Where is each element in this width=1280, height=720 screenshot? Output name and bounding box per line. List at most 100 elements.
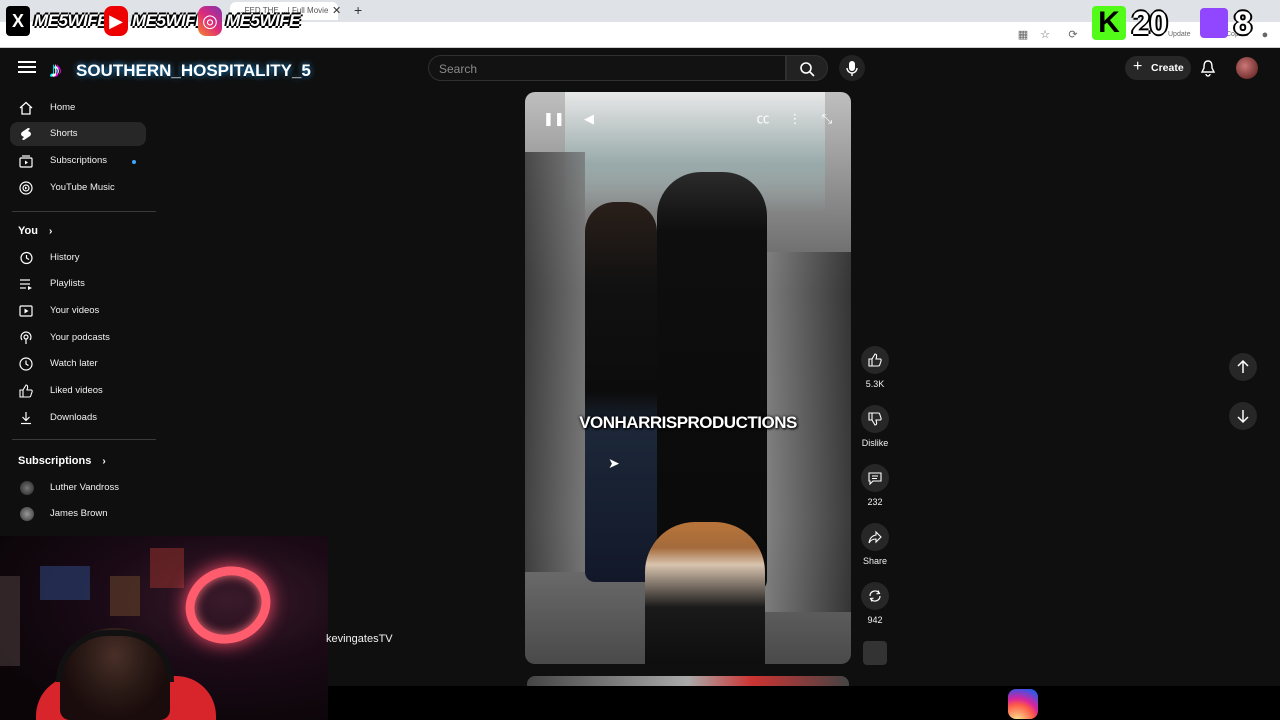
- twitch-viewer-count: 8: [1234, 4, 1252, 41]
- youtube-icon: ▶: [104, 6, 128, 36]
- video-figure: [585, 202, 657, 582]
- sidebar-item-label: Luther Vandross: [50, 482, 120, 493]
- notifications-bell-icon[interactable]: [1200, 59, 1216, 77]
- channel-name[interactable]: kevingatesTV: [326, 633, 393, 645]
- search-button[interactable]: [786, 55, 828, 81]
- mouse-cursor-icon: ➤: [608, 455, 620, 471]
- chevron-right-icon: ›: [102, 456, 106, 467]
- tiktok-icon: ♪: [50, 57, 61, 82]
- sidebar-item-label: YouTube Music: [50, 182, 115, 193]
- like-button[interactable]: 5.3K: [861, 346, 889, 389]
- sidebar-subscription-james-brown[interactable]: James Brown: [10, 502, 146, 526]
- plus-icon: +: [1133, 58, 1143, 75]
- sidebar-item-your-videos[interactable]: Your videos: [10, 299, 146, 323]
- video-watermark: VONHARRISPRODUCTIONS: [579, 413, 797, 432]
- sidebar-divider: [12, 211, 156, 212]
- sidebar-item-playlists[interactable]: Playlists: [10, 272, 146, 296]
- you-section-title[interactable]: You ›: [18, 225, 52, 237]
- remix-count: 942: [867, 615, 883, 625]
- liked-videos-icon: [19, 384, 33, 398]
- close-tab-icon[interactable]: ✕: [332, 4, 341, 17]
- sidebar-item-home[interactable]: Home: [10, 96, 146, 120]
- share-button[interactable]: Share: [861, 523, 889, 566]
- fullscreen-icon[interactable]: ⤡: [819, 111, 835, 127]
- microphone-icon: [846, 61, 858, 76]
- search-placeholder: Search: [439, 62, 478, 76]
- podcasts-icon: [20, 331, 32, 344]
- instagram-icon: ◎: [198, 6, 222, 36]
- dislike-label: Dislike: [861, 438, 889, 448]
- sidebar-item-downloads[interactable]: Downloads: [10, 406, 146, 430]
- x-handle: ME5WIFE: [34, 11, 108, 30]
- account-avatar[interactable]: [1236, 57, 1258, 79]
- sidebar-divider: [12, 439, 156, 440]
- search-icon: [800, 62, 815, 77]
- playlists-icon: [20, 279, 32, 290]
- sidebar-item-label: Downloads: [50, 412, 97, 423]
- youtube-music-icon: [19, 181, 33, 195]
- comment-count: 232: [867, 497, 883, 507]
- sidebar-item-label: Your podcasts: [50, 332, 110, 343]
- subscriptions-section-label: Subscriptions: [18, 455, 92, 467]
- sidebar-item-label: Subscriptions: [50, 155, 108, 166]
- watch-later-icon: [19, 357, 33, 371]
- volume-icon[interactable]: ◀: [581, 111, 597, 127]
- subscriptions-section-title[interactable]: Subscriptions ›: [18, 455, 106, 467]
- kick-viewer-count: 20: [1132, 4, 1168, 41]
- wall-poster: [150, 548, 184, 588]
- remix-icon: [869, 590, 881, 602]
- overlay-bottom-bar: [328, 686, 1280, 720]
- your-videos-icon: [19, 305, 33, 317]
- thumbs-up-icon: [868, 353, 882, 367]
- tiktok-handle: SOUTHERN_HOSPITALITY_5: [76, 61, 311, 80]
- share-label: Share: [862, 556, 888, 566]
- arrow-down-icon: [1237, 410, 1249, 424]
- tiktok-overlay-badge: ♪ SOUTHERN_HOSPITALITY_5: [50, 52, 311, 90]
- search-input[interactable]: Search: [428, 55, 786, 81]
- kick-logo-icon: K: [1092, 6, 1126, 40]
- sound-thumbnail[interactable]: [863, 641, 887, 665]
- remix-button[interactable]: 942: [861, 582, 889, 625]
- subscriptions-icon: [19, 155, 33, 168]
- like-count: 5.3K: [865, 379, 885, 389]
- comment-icon: [868, 472, 882, 485]
- x-social-badge: X ME5WIFE: [6, 4, 108, 38]
- previous-short-button[interactable]: [1229, 353, 1257, 381]
- refresh-icon[interactable]: ⟳: [1066, 28, 1080, 42]
- arrow-up-icon: [1237, 359, 1249, 373]
- captions-icon[interactable]: ㏄: [755, 111, 771, 127]
- sidebar-item-label: Home: [50, 102, 76, 113]
- sidebar-item-youtube-music[interactable]: YouTube Music: [10, 176, 146, 200]
- sidebar-item-watch-later[interactable]: Watch later: [10, 352, 146, 376]
- sidebar-item-label: Shorts: [50, 128, 78, 139]
- sidebar-item-subscriptions[interactable]: Subscriptions: [10, 149, 146, 173]
- sidebar-item-label: Liked videos: [50, 385, 103, 396]
- sidebar-subscription-luther-vandross[interactable]: Luther Vandross: [10, 476, 146, 500]
- sidebar-item-liked-videos[interactable]: Liked videos: [10, 379, 146, 403]
- sidebar-item-your-podcasts[interactable]: Your podcasts: [10, 326, 146, 350]
- pause-icon[interactable]: ❚❚: [543, 111, 565, 127]
- sidebar-item-history[interactable]: History: [10, 246, 146, 270]
- voice-search-button[interactable]: [839, 55, 865, 81]
- dislike-button[interactable]: Dislike: [861, 405, 889, 448]
- more-options-icon[interactable]: ⋮: [787, 111, 803, 127]
- youtube-social-badge: ▶ ME5WIFE: [104, 4, 206, 38]
- new-tab-icon[interactable]: +: [354, 2, 362, 18]
- next-short-button[interactable]: [1229, 402, 1257, 430]
- history-icon: [20, 251, 33, 265]
- sidebar-item-label: Watch later: [50, 358, 98, 369]
- channel-avatar: [20, 481, 34, 495]
- crowd-background: [525, 152, 585, 572]
- share-icon: [868, 530, 882, 544]
- kick-viewer-badge: K 20: [1092, 4, 1188, 42]
- shorts-video-player[interactable]: [525, 92, 851, 664]
- twitch-viewer-badge: 8: [1200, 4, 1266, 42]
- channel-avatar: [20, 507, 34, 521]
- bookmark-star-icon[interactable]: ☆: [1038, 28, 1052, 42]
- sidebar-item-label: Your videos: [50, 305, 100, 316]
- sidebar-item-shorts[interactable]: Shorts: [10, 122, 146, 146]
- extensions-icon[interactable]: ▦: [1016, 28, 1030, 42]
- menu-icon[interactable]: [16, 58, 38, 78]
- comments-button[interactable]: 232: [861, 464, 889, 507]
- instagram-social-badge: ◎ ME5WIFE: [198, 4, 300, 38]
